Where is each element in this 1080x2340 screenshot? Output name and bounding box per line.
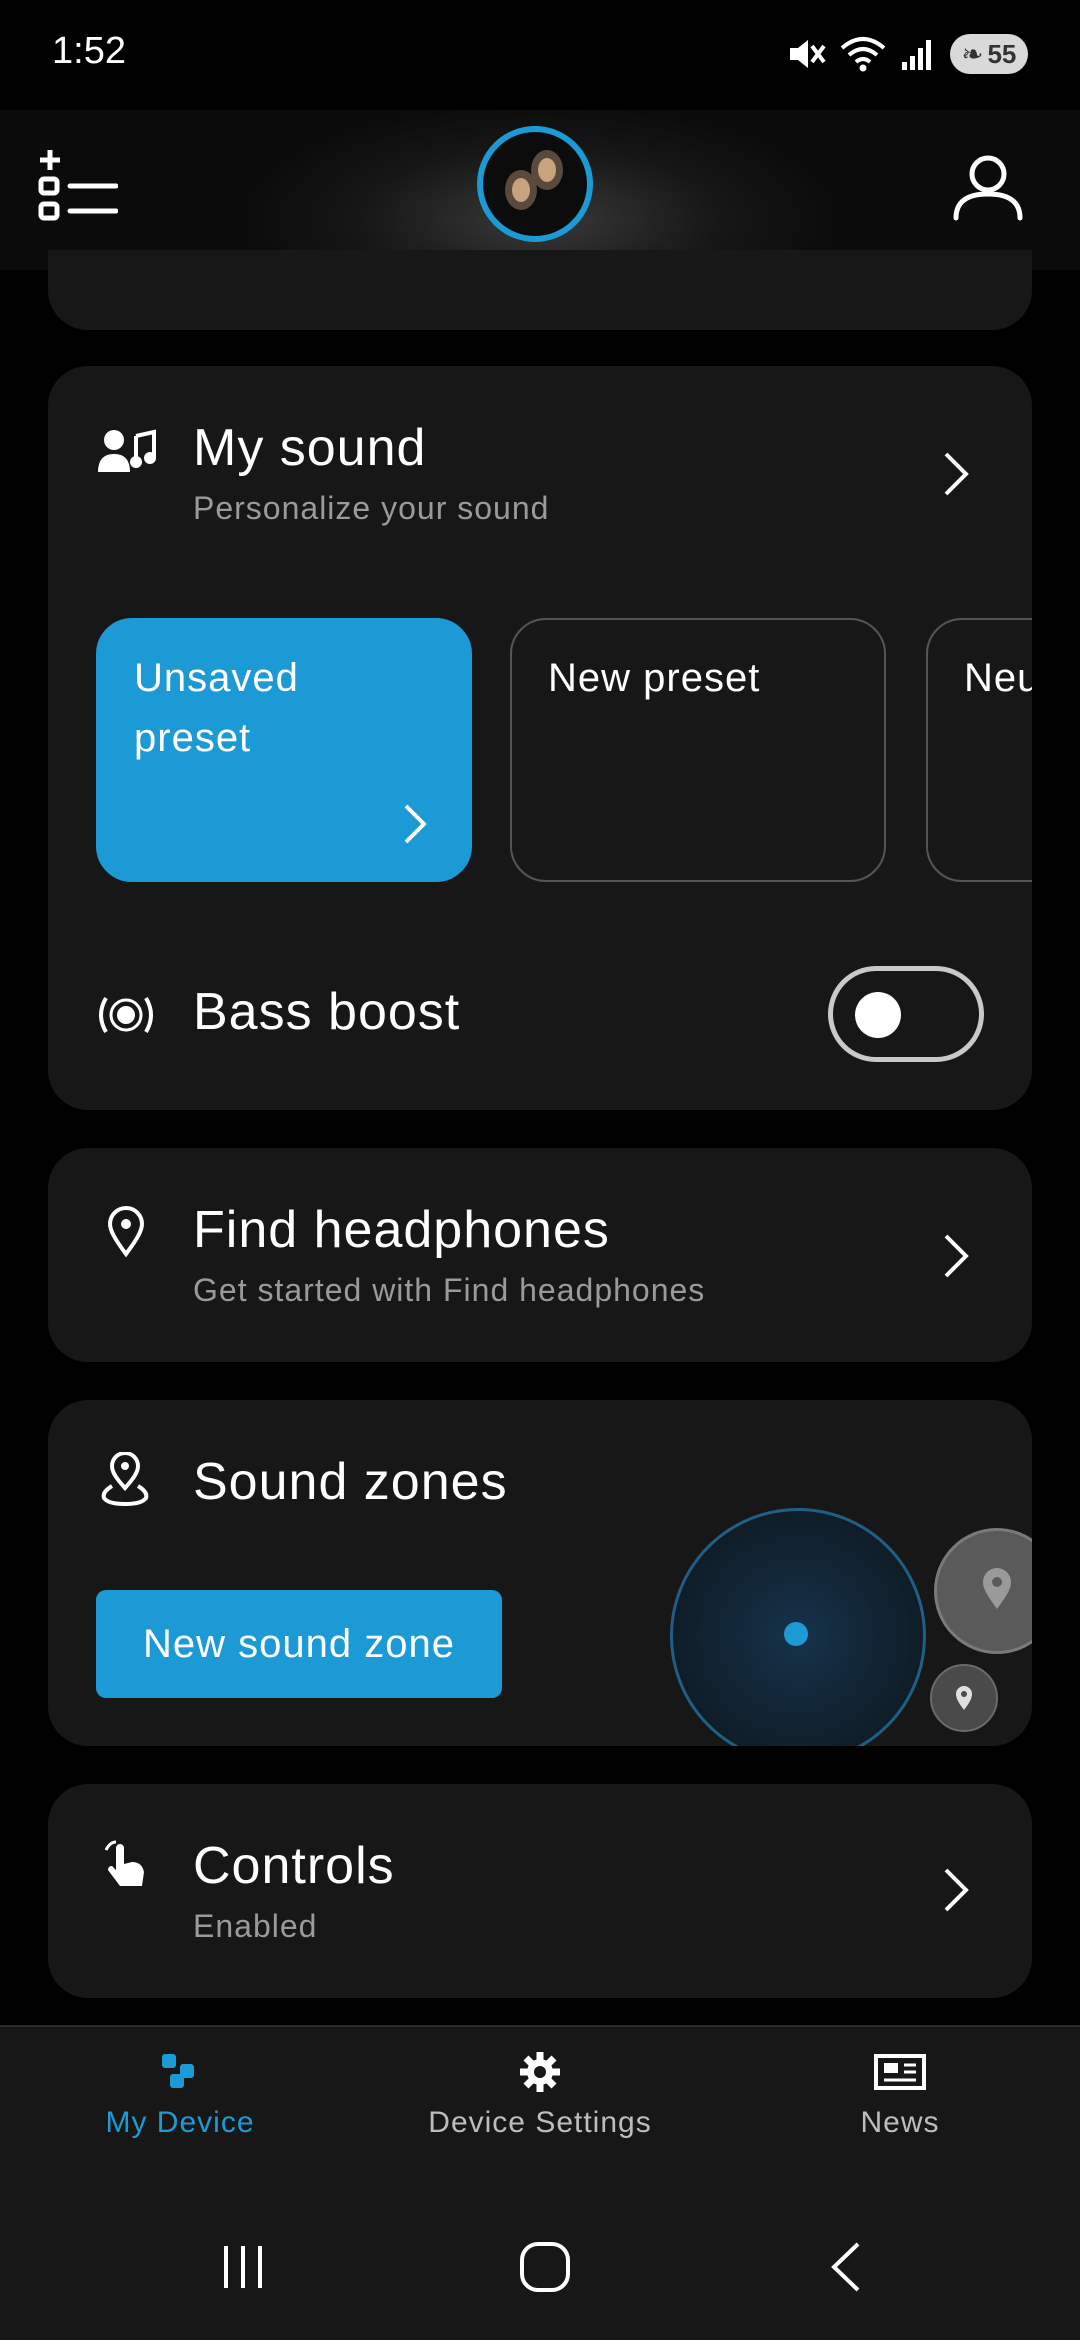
tab-device-settings[interactable]: Device Settings [360, 2050, 720, 2140]
home-icon[interactable] [518, 2240, 572, 2294]
leaf-icon: ❧ [961, 38, 984, 69]
controls-subtitle: Enabled [193, 1908, 318, 1944]
preset-label: New preset [548, 656, 761, 700]
zone-marker-small [930, 1664, 998, 1732]
chevron-right-icon[interactable] [936, 1226, 976, 1286]
preset-label: Neu [964, 656, 1032, 700]
preset-card-partial[interactable]: Neu [926, 618, 1032, 882]
my-sound-subtitle: Personalize your sound [193, 490, 550, 526]
bass-boost-icon [99, 996, 153, 1034]
status-icons: ❧ 55 [786, 32, 1028, 76]
sound-zones-title: Sound zones [193, 1453, 508, 1511]
find-headphones-title: Find headphones [193, 1201, 610, 1259]
zone-pin-icon [101, 1452, 149, 1506]
preset-card-new[interactable]: New preset [510, 618, 886, 882]
chevron-right-icon[interactable] [936, 1860, 976, 1920]
location-pin-icon [983, 1568, 1011, 1609]
person-music-icon [98, 429, 156, 472]
gear-icon [520, 2052, 560, 2092]
tab-label: My Device [105, 2106, 255, 2139]
back-icon[interactable] [826, 2240, 866, 2294]
wifi-icon [840, 37, 886, 72]
tab-label: Device Settings [428, 2106, 652, 2139]
find-headphones-subtitle: Get started with Find headphones [193, 1272, 706, 1308]
mute-icon [790, 40, 826, 68]
preset-card-unsaved[interactable]: Unsaved preset [96, 618, 472, 882]
current-location-dot [784, 1622, 808, 1646]
my-sound-title: My sound [193, 419, 427, 477]
bass-boost-toggle[interactable] [828, 966, 984, 1062]
device-avatar[interactable] [477, 126, 593, 242]
previous-card-partial [48, 250, 1032, 330]
tab-my-device[interactable]: My Device [0, 2050, 360, 2140]
bass-boost-label: Bass boost [193, 983, 461, 1041]
new-sound-zone-button[interactable]: New sound zone [96, 1590, 502, 1698]
earbuds-image [505, 150, 563, 210]
controls-title: Controls [193, 1837, 395, 1895]
location-pin-icon [956, 1686, 972, 1710]
touch-gesture-icon [104, 1840, 144, 1886]
preset-carousel[interactable]: Unsaved preset New preset Neu [48, 616, 1032, 886]
list-add-icon[interactable] [38, 146, 118, 226]
battery-level: 55 [987, 38, 1017, 69]
tab-label: News [860, 2106, 940, 2139]
location-pin-icon [107, 1206, 145, 1258]
chevron-right-icon[interactable] [936, 444, 976, 504]
toggle-knob [855, 992, 901, 1038]
my-device-icon [162, 2054, 194, 2088]
person-icon[interactable] [950, 150, 1026, 226]
newspaper-icon [874, 2054, 926, 2090]
tab-news[interactable]: News [720, 2050, 1080, 2140]
chevron-right-icon [404, 804, 427, 844]
signal-icon [902, 40, 931, 70]
zone-marker-large [934, 1528, 1032, 1654]
recent-apps-icon[interactable] [218, 2242, 268, 2292]
preset-label: Unsaved preset [134, 656, 299, 760]
status-time: 1:52 [52, 30, 126, 72]
battery-indicator: ❧ 55 [950, 34, 1028, 74]
